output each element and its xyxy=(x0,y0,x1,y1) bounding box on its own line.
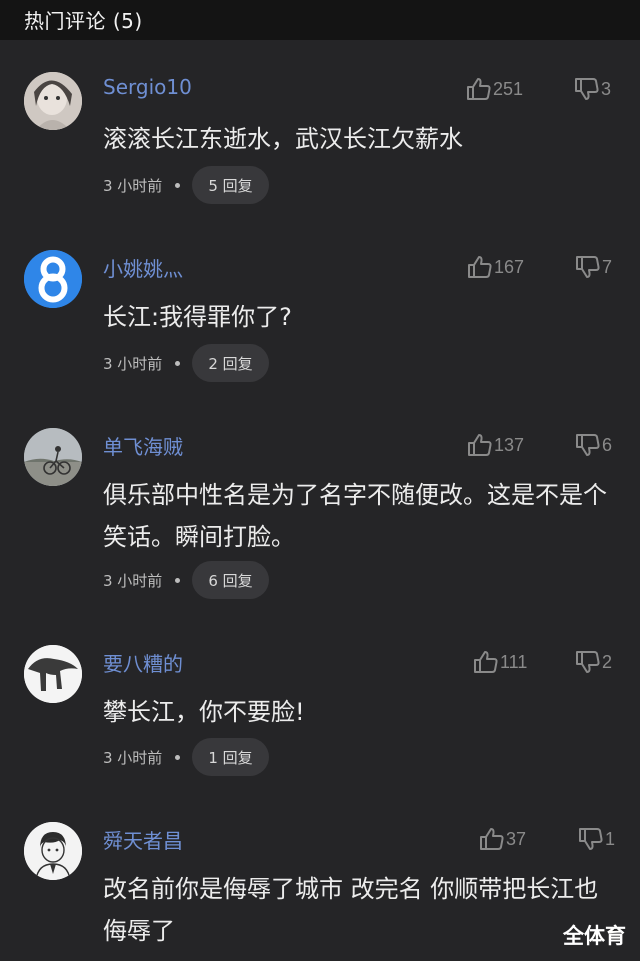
dislike-button[interactable]: 1 xyxy=(578,826,615,852)
timestamp: 3 小时前 xyxy=(103,571,163,590)
separator-dot xyxy=(175,360,181,366)
thumbs-up-icon xyxy=(467,78,491,100)
comment-text: 长江:我得罪你了? xyxy=(103,303,292,331)
separator-dot xyxy=(175,577,181,583)
reply-count-button[interactable]: 1 回复 xyxy=(192,738,269,776)
thumbs-down-icon xyxy=(579,828,603,850)
comment-text: 俱乐部中性名是为了名字不随便改。这是不是个笑话。瞬间打脸。 xyxy=(103,481,607,551)
comment-meta: 3 小时前 6 回复 xyxy=(103,561,269,599)
username[interactable]: 小姚姚灬 xyxy=(103,253,183,282)
avatar[interactable] xyxy=(24,250,82,308)
dislike-button[interactable]: 3 xyxy=(574,76,611,102)
comment-item: Sergio10 251 3 滚滚长江东逝水，武汉长江欠薪水 3 小时前 5 回… xyxy=(0,72,640,212)
thumbs-down-icon xyxy=(576,256,600,278)
dislike-count: 3 xyxy=(601,78,612,99)
separator-dot xyxy=(175,182,181,188)
thumbs-up-icon xyxy=(480,828,504,850)
thumbs-down-icon xyxy=(576,651,600,673)
thumbs-up-icon xyxy=(468,256,492,278)
comment-text: 滚滚长江东逝水，武汉长江欠薪水 xyxy=(103,125,463,153)
dislike-button[interactable]: 7 xyxy=(575,254,612,280)
thumbs-down-icon xyxy=(575,78,599,100)
comment-item: 小姚姚灬 167 7 长江:我得罪你了? 3 小时前 2 回复 xyxy=(0,250,640,390)
comment-item: 舜天者昌 37 1 改名前你是侮辱了城市 改完名 你顺带把长江也侮辱了 xyxy=(0,822,640,961)
like-button[interactable]: 137 xyxy=(467,432,524,458)
reply-count-button[interactable]: 5 回复 xyxy=(192,166,269,204)
like-button[interactable]: 111 xyxy=(473,649,527,675)
like-button[interactable]: 251 xyxy=(466,76,523,102)
comment-text: 改名前你是侮辱了城市 改完名 你顺带把长江也侮辱了 xyxy=(103,875,599,945)
avatar[interactable] xyxy=(24,822,82,880)
thumbs-up-icon xyxy=(468,434,492,456)
timestamp: 3 小时前 xyxy=(103,748,163,767)
dislike-count: 6 xyxy=(602,434,613,455)
like-count: 137 xyxy=(494,434,525,455)
thumbs-down-icon xyxy=(576,434,600,456)
comment-meta: 3 小时前 5 回复 xyxy=(103,166,269,204)
like-count: 111 xyxy=(500,651,528,672)
username[interactable]: Sergio10 xyxy=(103,75,192,99)
like-count: 37 xyxy=(506,828,527,849)
like-button[interactable]: 167 xyxy=(467,254,524,280)
comment-text: 攀长江，你不要脸! xyxy=(103,698,305,726)
reply-count-button[interactable]: 2 回复 xyxy=(192,344,269,382)
reply-count-button[interactable]: 6 回复 xyxy=(192,561,269,599)
watermark: 全体育 xyxy=(563,924,626,948)
avatar[interactable] xyxy=(24,428,82,486)
timestamp: 3 小时前 xyxy=(103,354,163,373)
separator-dot xyxy=(175,754,181,760)
comment-item: 单飞海贼 137 6 俱乐部中性名是为了名字不随便改。这是不是个笑话。瞬间打脸。… xyxy=(0,428,640,608)
like-count: 251 xyxy=(493,78,524,99)
top-bar: 热门评论 (5) xyxy=(0,0,640,40)
dislike-count: 2 xyxy=(602,651,613,672)
comment-meta: 3 小时前 2 回复 xyxy=(103,344,269,382)
comment-meta: 3 小时前 1 回复 xyxy=(103,738,269,776)
username[interactable]: 要八糟的 xyxy=(103,648,183,677)
hot-comments-title: 热门评论 (5) xyxy=(24,9,143,33)
like-button[interactable]: 37 xyxy=(479,826,526,852)
timestamp: 3 小时前 xyxy=(103,176,163,195)
dislike-button[interactable]: 2 xyxy=(575,649,612,675)
comment-item: 要八糟的 111 2 攀长江，你不要脸! 3 小时前 1 回复 xyxy=(0,645,640,785)
avatar[interactable] xyxy=(24,72,82,130)
dislike-count: 1 xyxy=(605,828,616,849)
like-count: 167 xyxy=(494,256,525,277)
username[interactable]: 舜天者昌 xyxy=(103,825,183,854)
avatar[interactable] xyxy=(24,645,82,703)
dislike-button[interactable]: 6 xyxy=(575,432,612,458)
username[interactable]: 单飞海贼 xyxy=(103,431,183,460)
thumbs-up-icon xyxy=(474,651,498,673)
dislike-count: 7 xyxy=(602,256,613,277)
